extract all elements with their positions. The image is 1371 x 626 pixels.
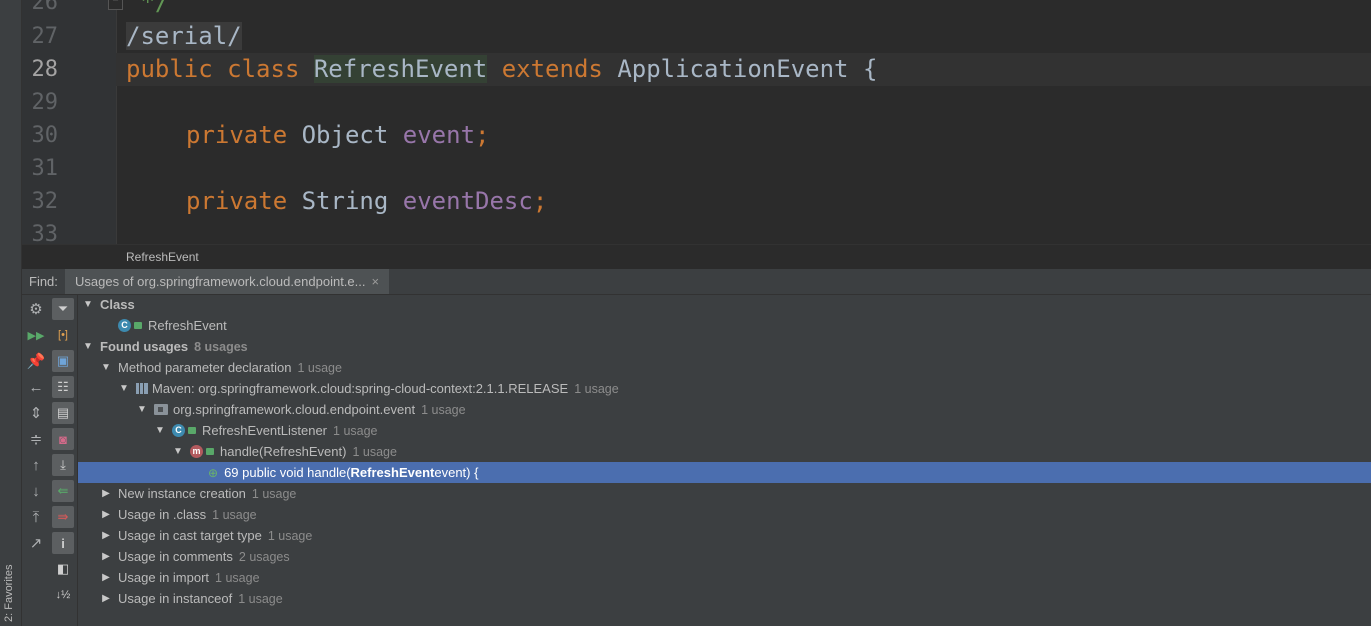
line-number: 28 [31,57,59,82]
down-icon[interactable]: ↓ [25,480,47,502]
find-tab-label: Usages of org.springframework.cloud.endp… [75,274,366,289]
code-editor[interactable]: − 26 */ 27 /serial/ 28 public class Refr… [22,0,1371,244]
find-label: Find: [29,274,58,289]
pin-icon[interactable]: 📌 [25,350,47,372]
code-line: public class RefreshEvent extends Applic… [126,55,878,83]
autoscroll-to-source-icon[interactable]: ⤓ [52,454,74,476]
rerun-icon[interactable]: ▶▶ [25,324,47,346]
tree-node-usage-line[interactable]: ⊕ 69 public void handle(RefreshEvent eve… [78,462,1371,483]
code-line: /serial/ [126,20,242,53]
tree-node-usage-group[interactable]: ▶ Usage in import 1 usage [78,567,1371,588]
public-access-icon [134,322,142,329]
breadcrumb: RefreshEvent [22,244,1371,269]
up-icon[interactable]: ↑ [25,454,47,476]
usage-arrow-icon: ⊕ [208,465,219,480]
export-icon[interactable]: ⤒ [25,506,47,528]
group-by-package-icon[interactable]: ☷ [52,376,74,398]
chevron-down-icon[interactable]: ▼ [136,404,148,415]
chevron-right-icon[interactable]: ▶ [100,593,112,604]
tree-node-usage-group[interactable]: ▶ Usage in comments 2 usages [78,546,1371,567]
chevron-right-icon[interactable]: ▶ [100,572,112,583]
collapse-all-icon[interactable]: ≑ [25,428,47,450]
line-number: 30 [31,123,59,148]
tree-node-usage-group[interactable]: ▶ Usage in instanceof 1 usage [78,588,1371,609]
tree-node-class-item[interactable]: C RefreshEvent [78,315,1371,336]
line-number: 33 [31,222,59,244]
find-tool-window-header: Find: Usages of org.springframework.clou… [22,269,1371,295]
chevron-down-icon[interactable]: ▼ [154,425,166,436]
chevron-right-icon[interactable]: ▶ [100,551,112,562]
chevron-right-icon[interactable]: ▶ [100,530,112,541]
find-toolbar-secondary: ⏷ [•] ▣ ☷ ▤ ◙ ⤓ ⇚ ⇛ i ◧ ↓½ [49,295,78,626]
open-in-new-tab-icon[interactable]: ↗ [25,532,47,554]
chevron-down-icon[interactable]: ▼ [82,299,94,310]
info-icon[interactable]: i [52,532,74,554]
autoscroll-icon[interactable]: ⇛ [52,506,74,528]
code-line: private Object event; [186,121,490,149]
tree-node-usage-group[interactable]: ▶ New instance creation 1 usage [78,483,1371,504]
breadcrumb-item[interactable]: RefreshEvent [126,250,199,264]
expand-all-icon[interactable]: ⇕ [25,402,47,424]
autoscroll-from-source-icon[interactable]: ⇚ [52,480,74,502]
serial-text: /serial/ [126,22,242,50]
code-line: */ [126,0,170,16]
tree-node-package[interactable]: ▼ org.springframework.cloud.endpoint.eve… [78,399,1371,420]
public-access-icon [188,427,196,434]
class-icon: C [118,319,131,332]
tree-node-found-usages[interactable]: ▼ Found usages 8 usages [78,336,1371,357]
group-by-file-structure-icon[interactable]: ▤ [52,402,74,424]
group-by-usage-type-icon[interactable]: [•] [52,324,74,346]
method-icon: m [190,445,203,458]
find-toolbar-primary: ⚙ ▶▶ 📌 ← ⇕ ≑ ↑ ↓ ⤒ ↗ [22,295,49,626]
chevron-down-icon[interactable]: ▼ [172,446,184,457]
package-icon [154,404,168,415]
find-usages-tab[interactable]: Usages of org.springframework.cloud.endp… [65,269,390,294]
filter-icon[interactable]: ⏷ [52,298,74,320]
line-number: 31 [31,156,59,181]
preview-icon[interactable]: ◧ [52,558,74,580]
library-icon [136,383,148,394]
merge-usages-icon[interactable]: ◙ [52,428,74,450]
tree-node-usage-group[interactable]: ▶ Usage in .class 1 usage [78,504,1371,525]
line-number: 32 [31,189,59,214]
find-usages-panel: ⚙ ▶▶ 📌 ← ⇕ ≑ ↑ ↓ ⤒ ↗ ⏷ [•] ▣ ☷ ▤ ◙ ⤓ ⇚ ⇛… [22,295,1371,626]
tree-node-listener-class[interactable]: ▼ C RefreshEventListener 1 usage [78,420,1371,441]
usages-tree[interactable]: ▼ Class C RefreshEvent ▼ Found usages 8 … [78,295,1371,626]
close-icon[interactable]: × [372,274,380,289]
class-icon: C [172,424,185,437]
left-tool-stripe: 2: Favorites [0,0,22,626]
chevron-right-icon[interactable]: ▶ [100,509,112,520]
line-number: 26 [31,0,59,15]
code-line: private String eventDesc; [186,187,548,215]
fold-toggle-icon[interactable]: − [108,0,123,10]
public-access-icon [206,448,214,455]
tree-node-handle-method[interactable]: ▼ m handle(RefreshEvent) 1 usage [78,441,1371,462]
chevron-down-icon[interactable]: ▼ [100,362,112,373]
group-by-module-icon[interactable]: ▣ [52,350,74,372]
line-number: 29 [31,90,59,115]
chevron-down-icon[interactable]: ▼ [118,383,130,394]
previous-occurrence-icon[interactable]: ← [25,376,47,398]
tree-node-maven-library[interactable]: ▼ Maven: org.springframework.cloud:sprin… [78,378,1371,399]
chevron-right-icon[interactable]: ▶ [100,488,112,499]
tree-node-class[interactable]: ▼ Class [78,294,1371,315]
favorites-tool-button[interactable]: 2: Favorites [3,565,15,622]
line-number: 27 [31,24,59,49]
class-name: RefreshEvent [313,55,488,83]
tree-node-usage-group[interactable]: ▶ Usage in cast target type 1 usage [78,525,1371,546]
tree-node-method-parameter[interactable]: ▼ Method parameter declaration 1 usage [78,357,1371,378]
chevron-down-icon[interactable]: ▼ [82,341,94,352]
settings-icon[interactable]: ⚙ [25,298,47,320]
sort-icon[interactable]: ↓½ [52,584,74,606]
